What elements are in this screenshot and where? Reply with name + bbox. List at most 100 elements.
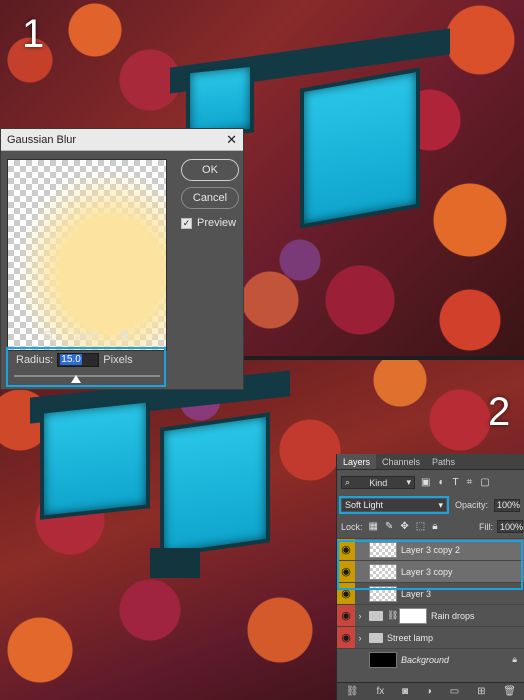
layers-panel: Layers Channels Paths ⌕ Kind ▾ ▣ ◐ T ⌗ ▢… [336, 454, 524, 700]
opacity-label: Opacity: [455, 500, 489, 510]
tab-channels[interactable]: Channels [376, 454, 426, 469]
ok-button[interactable]: OK [181, 159, 239, 181]
layer-mask-thumbnail [399, 607, 427, 624]
blur-preview[interactable] [7, 159, 167, 351]
zoom-in-icon[interactable] [118, 329, 132, 343]
fill-label: Fill: [479, 521, 493, 532]
shape-filter-icon[interactable]: ⌗ [467, 477, 473, 488]
lantern-glass [300, 67, 420, 229]
dialog-titlebar[interactable]: Gaussian Blur ✕ [1, 129, 243, 151]
lock-icons: ▦ ✎ ✥ ⬚ 🔒︎ [369, 521, 438, 532]
lantern-base [150, 548, 200, 578]
link-layers-icon[interactable]: ⛓ [346, 686, 359, 697]
adjustment-layer-icon[interactable]: ◑ [426, 686, 432, 697]
tab-paths[interactable]: Paths [426, 454, 461, 469]
radius-input[interactable]: 15.0 [57, 353, 100, 367]
close-icon[interactable]: ✕ [226, 132, 237, 148]
chevron-down-icon: ▾ [406, 477, 411, 487]
cancel-button[interactable]: Cancel [181, 187, 239, 209]
layer-name: Layer 3 copy [401, 566, 453, 577]
zoom-out-icon[interactable] [42, 329, 56, 343]
radius-slider-thumb[interactable] [71, 375, 81, 383]
layer-row[interactable]: ◉ Layer 3 copy [337, 560, 524, 583]
lock-artboard-icon[interactable]: ⬚ [416, 521, 425, 532]
blend-mode-value: Soft Light [345, 500, 384, 510]
radius-control-highlight: Radius: 15.0 Pixels [6, 347, 166, 387]
lock-all-icon[interactable]: 🔒︎ [432, 521, 437, 532]
dialog-title: Gaussian Blur [7, 133, 77, 146]
zoom-level: 100% [74, 330, 100, 342]
opacity-field[interactable]: 100% [494, 498, 520, 512]
radius-slider-track[interactable] [14, 375, 160, 377]
preview-label: Preview [197, 217, 237, 229]
panel-tabs: Layers Channels Paths [337, 454, 524, 470]
filter-icons: ▣ ◐ T ⌗ ▢ [421, 477, 490, 488]
new-layer-icon[interactable]: ⊞ [477, 686, 485, 697]
fill-control: Fill: 100% [479, 520, 523, 533]
lock-position-icon[interactable]: ✥ [400, 521, 408, 532]
layer-row[interactable]: ◉ › Street lamp [337, 626, 524, 649]
blend-row: Soft Light ▾ Opacity: 100% [339, 496, 523, 514]
visibility-eye-icon[interactable]: ◉ [337, 538, 355, 561]
layer-style-icon[interactable]: fx [376, 686, 384, 697]
layer-list: ◉ Layer 3 copy 2 ◉ Layer 3 copy ◉ Layer … [337, 538, 524, 670]
step-number: 2 [488, 390, 511, 434]
layer-thumbnail [369, 651, 397, 668]
layer-row[interactable]: ◉ Layer 3 copy 2 [337, 538, 524, 561]
layer-thumbnail [369, 563, 397, 580]
search-icon: ⌕ [345, 477, 351, 487]
lock-icon: 🔒︎ [512, 654, 517, 664]
layer-name: Layer 3 [401, 588, 432, 599]
layer-name: Street lamp [387, 632, 434, 643]
pixel-filter-icon[interactable]: ▣ [421, 477, 430, 488]
kind-label: Kind [369, 477, 388, 488]
visibility-eye-icon[interactable]: ◉ [337, 582, 355, 605]
layer-thumbnail [369, 541, 397, 558]
visibility-eye-icon[interactable]: ◉ [337, 560, 355, 583]
layer-thumbnail [369, 585, 397, 602]
layer-row[interactable]: ◉ Background 🔒︎ [337, 648, 524, 670]
radius-unit: Pixels [103, 354, 133, 366]
layer-name: Rain drops [431, 610, 475, 621]
tab-layers[interactable]: Layers [337, 454, 377, 469]
lock-label: Lock: [341, 521, 363, 532]
filter-row: ⌕ Kind ▾ ▣ ◐ T ⌗ ▢ [341, 476, 490, 489]
link-icon: ⛓ [387, 610, 399, 620]
step-number: 1 [22, 12, 45, 56]
gaussian-blur-dialog: Gaussian Blur ✕ 100% Radius: 15.0 Pixels… [0, 128, 244, 390]
layers-footer: ⛓ fx ◙ ◑ ▭ ⊞ 🗑︎ [337, 682, 524, 700]
new-group-icon[interactable]: ▭ [450, 686, 459, 697]
chevron-right-icon[interactable]: › [355, 611, 365, 621]
tutorial-screenshot: 1 2 Gaussian Blur ✕ 100% Radius: 15.0 Pi [0, 0, 524, 700]
lantern-glass [40, 398, 150, 520]
preview-checkbox[interactable]: ✓ [181, 217, 192, 229]
layer-row[interactable]: ◉ Layer 3 [337, 582, 524, 605]
radius-row: Radius: 15.0 Pixels [16, 353, 133, 367]
preview-toggle[interactable]: ✓ Preview [181, 217, 236, 229]
folder-icon [369, 632, 383, 643]
lantern-glass [160, 412, 270, 558]
blend-mode-highlight: Soft Light ▾ [339, 496, 449, 514]
folder-icon [369, 610, 383, 621]
lock-transparency-icon[interactable]: ▦ [369, 521, 378, 532]
radius-label: Radius: [16, 354, 54, 366]
layer-row[interactable]: ◉ › ⛓ Rain drops [337, 604, 524, 627]
radius-value: 15.0 [60, 354, 82, 365]
fill-field[interactable]: 100% [497, 520, 523, 533]
chevron-right-icon[interactable]: › [355, 633, 365, 643]
type-filter-icon[interactable]: T [453, 477, 459, 488]
smart-object-filter-icon[interactable]: ▢ [480, 477, 489, 488]
add-mask-icon[interactable]: ◙ [402, 686, 408, 697]
zoom-controls: 100% [7, 329, 167, 343]
visibility-eye-icon[interactable]: ◉ [337, 626, 355, 649]
chevron-down-icon: ▾ [438, 499, 443, 510]
visibility-eye-icon[interactable]: ◉ [337, 604, 355, 627]
adjustment-filter-icon[interactable]: ◐ [438, 477, 444, 488]
layer-name: Background [401, 654, 450, 665]
lock-row: Lock: ▦ ✎ ✥ ⬚ 🔒︎ Fill: 100% [341, 520, 523, 533]
visibility-eye-icon[interactable]: ◉ [337, 649, 355, 671]
lock-pixels-icon[interactable]: ✎ [385, 521, 393, 532]
kind-filter-select[interactable]: ⌕ Kind ▾ [341, 476, 415, 489]
trash-icon[interactable]: 🗑︎ [503, 686, 516, 697]
blend-mode-select[interactable]: Soft Light ▾ [342, 499, 446, 511]
